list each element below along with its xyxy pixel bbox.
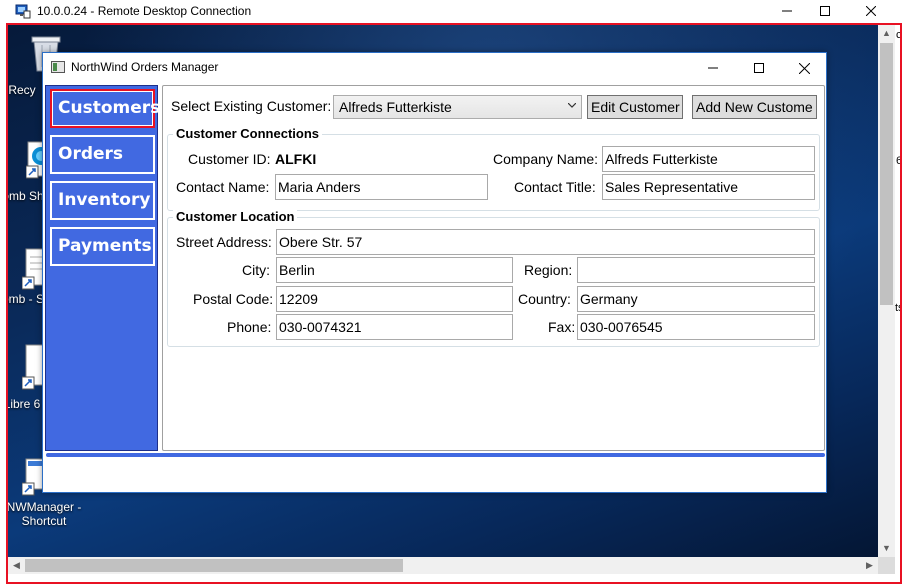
app-title: NorthWind Orders Manager: [71, 60, 219, 74]
customer-id-value: ALFKI: [275, 151, 317, 167]
minimize-icon: [708, 67, 718, 69]
close-icon: [866, 6, 876, 16]
app-window-icon: [51, 61, 65, 73]
region-label: Region:: [524, 262, 573, 278]
app-close-button[interactable]: [781, 53, 827, 83]
customer-id-label: Customer ID:: [188, 151, 271, 167]
navigation-panel: Customers Orders Inventory Payments: [45, 85, 160, 451]
add-customer-button[interactable]: Add New Custome: [692, 95, 817, 119]
country-field[interactable]: Germany: [577, 286, 815, 312]
contact-title-field[interactable]: Sales Representative: [602, 174, 815, 200]
fax-field[interactable]: 030-0076545: [577, 314, 815, 340]
postal-code-field[interactable]: 12209: [276, 286, 513, 312]
city-label: City:: [242, 262, 270, 278]
customer-location-title: Customer Location: [173, 209, 298, 225]
app-titlebar: NorthWind Orders Manager: [43, 53, 826, 83]
nav-inventory-button[interactable]: Inventory: [50, 181, 155, 220]
app-status-bar: [46, 453, 825, 457]
nav-payments-button[interactable]: Payments: [50, 227, 155, 266]
rdp-title: 10.0.0.24 - Remote Desktop Connection: [37, 4, 252, 18]
company-name-label: Company Name:: [493, 151, 599, 167]
chevron-down-icon: [568, 103, 576, 108]
select-customer-label: Select Existing Customer:: [171, 98, 332, 114]
contact-name-field[interactable]: Maria Anders: [275, 174, 488, 200]
customer-content-panel: Select Existing Customer: Alfreds Futter…: [162, 85, 825, 451]
minimize-icon: [782, 10, 792, 12]
northwind-app-window: NorthWind Orders Manager Customers Order…: [42, 52, 827, 493]
contact-name-label: Contact Name:: [176, 179, 270, 195]
postal-code-label: Postal Code:: [193, 291, 274, 307]
rdp-maximize-button[interactable]: [802, 0, 848, 22]
region-field[interactable]: [577, 257, 815, 283]
close-icon: [798, 62, 810, 74]
street-address-label: Street Address:: [176, 234, 272, 250]
contact-title-label: Contact Title:: [514, 179, 596, 195]
rdp-titlebar: 10.0.0.24 - Remote Desktop Connection: [0, 0, 902, 22]
phone-label: Phone:: [227, 319, 272, 335]
country-label: Country:: [518, 291, 571, 307]
street-address-field[interactable]: Obere Str. 57: [276, 229, 815, 255]
remote-desktop-window: 10.0.0.24 - Remote Desktop Connection Re…: [0, 0, 902, 588]
fax-label: Fax:: [548, 319, 576, 335]
company-name-field[interactable]: Alfreds Futterkiste: [602, 146, 815, 172]
customer-select-value: Alfreds Futterkiste: [339, 99, 452, 115]
customer-select-dropdown[interactable]: Alfreds Futterkiste: [333, 95, 582, 119]
maximize-icon: [754, 63, 764, 73]
phone-field[interactable]: 030-0074321: [276, 314, 513, 340]
rdp-close-button[interactable]: [848, 0, 894, 22]
app-minimize-button[interactable]: [690, 53, 736, 83]
maximize-icon: [820, 6, 830, 16]
nav-orders-button[interactable]: Orders: [50, 135, 155, 174]
app-maximize-button[interactable]: [736, 53, 782, 83]
nav-customers-button[interactable]: Customers: [50, 89, 160, 128]
city-field[interactable]: Berlin: [276, 257, 513, 283]
customer-connections-title: Customer Connections: [173, 126, 323, 142]
edit-customer-button[interactable]: Edit Customer: [587, 95, 683, 119]
remote-desktop-icon: [15, 4, 31, 19]
